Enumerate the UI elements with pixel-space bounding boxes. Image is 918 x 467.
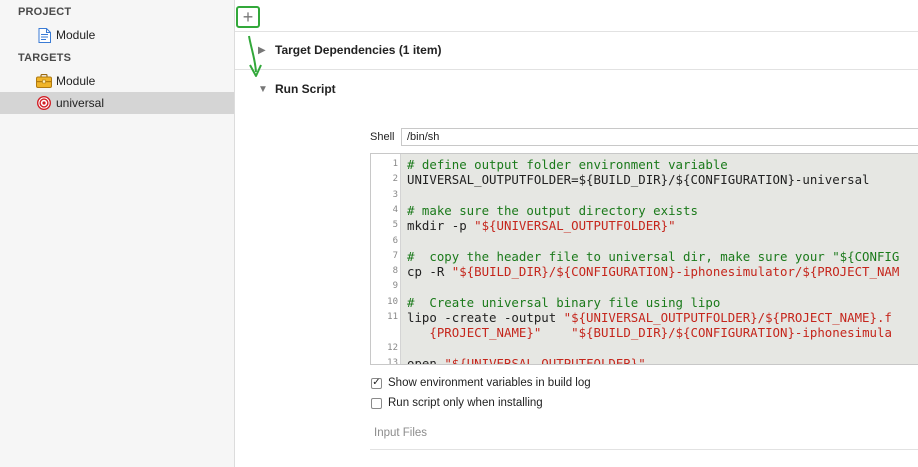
show-env-vars-option[interactable]: ✓ Show environment variables in build lo… <box>371 377 591 389</box>
code-text: cp -R <box>407 264 452 280</box>
sidebar-item-label: Module <box>56 74 96 88</box>
disclosure-triangle-down-icon[interactable]: ▼ <box>258 84 268 95</box>
shell-label: Shell <box>370 131 395 143</box>
run-only-installing-label: Run script only when installing <box>388 397 543 409</box>
sidebar-item-target-universal[interactable]: universal <box>0 92 234 114</box>
aggregate-target-icon <box>36 95 52 111</box>
sidebar-item-target-module[interactable]: Module <box>0 70 234 92</box>
annotation-arrow-icon <box>248 35 262 77</box>
script-code-area[interactable]: # define output folder environment varia… <box>401 154 918 364</box>
line-number: 3 <box>392 189 398 200</box>
line-number: 4 <box>392 204 398 215</box>
line-number: 8 <box>392 266 398 277</box>
line-number: 13 <box>387 357 398 365</box>
line-number: 6 <box>392 235 398 246</box>
code-comment: # make sure the output directory exists <box>407 202 698 218</box>
code-comment: # Create universal binary file using lip… <box>407 294 721 310</box>
sidebar-item-label: Module <box>56 28 96 42</box>
code-text: lipo -create -output <box>407 310 564 325</box>
show-env-vars-label: Show environment variables in build log <box>388 377 591 389</box>
input-files-header: Input Files <box>374 427 428 439</box>
code-comment: # define output folder environment varia… <box>407 157 728 172</box>
targets-section-header: TARGETS <box>18 52 72 64</box>
line-number: 5 <box>392 220 398 231</box>
line-number: 1 <box>392 159 398 169</box>
sidebar-item-label: universal <box>56 96 105 110</box>
line-number: 11 <box>387 312 398 322</box>
code-string: "${BUILD_DIR}/${CONFIGURATION}-iphonesim… <box>571 325 892 341</box>
build-phases-toolbar <box>235 0 918 32</box>
add-build-phase-button[interactable]: + <box>236 6 260 28</box>
line-number-gutter: 1 2 3 4 5 6 7 8 9 10 11 12 13 <box>371 154 401 364</box>
code-string: "${UNIVERSAL_OUTPUTFOLDER}" <box>474 218 676 234</box>
sidebar-item-project-module[interactable]: Module <box>0 24 234 46</box>
line-number: 7 <box>392 250 398 261</box>
project-file-icon <box>36 27 52 43</box>
shell-input[interactable]: /bin/sh <box>401 128 918 146</box>
code-text: UNIVERSAL_OUTPUTFOLDER=${BUILD_DIR}/${CO… <box>407 172 870 188</box>
code-text: open <box>407 355 445 365</box>
line-number: 10 <box>387 296 398 307</box>
project-navigator-sidebar: PROJECT Module TARGETS Module universal <box>0 0 235 467</box>
code-string: "${BUILD_DIR}/${CONFIGURATION}-iphonesim… <box>451 264 900 280</box>
code-string: "${UNIVERSAL_OUTPUTFOLDER}" <box>444 355 646 365</box>
code-string: "${UNIVERSAL_OUTPUTFOLDER}/${PROJECT_NAM… <box>563 310 892 325</box>
phase-title: Target Dependencies (1 item) <box>275 43 442 57</box>
divider <box>370 449 918 450</box>
project-section-header: PROJECT <box>18 6 72 18</box>
line-number: 12 <box>387 342 398 353</box>
line-number: 2 <box>392 174 398 185</box>
show-env-vars-checkbox[interactable]: ✓ <box>371 377 382 389</box>
script-editor[interactable]: 1 2 3 4 5 6 7 8 9 10 11 12 13 # define output folder… <box>370 153 918 365</box>
line-number <box>371 325 398 340</box>
phase-title: Run Script <box>275 82 336 96</box>
code-string: {PROJECT_NAME}" <box>429 325 542 341</box>
framework-toolbox-icon <box>36 73 52 89</box>
phase-run-script[interactable]: ▼ Run Script <box>235 70 918 108</box>
code-text: mkdir -p <box>407 218 475 234</box>
phase-target-dependencies[interactable]: ▶ Target Dependencies (1 item) <box>235 31 918 70</box>
run-only-installing-option[interactable]: Run script only when installing <box>371 397 543 409</box>
line-number: 9 <box>392 281 398 292</box>
run-only-installing-checkbox[interactable] <box>371 397 382 409</box>
code-comment: # copy the header file to universal dir,… <box>407 248 900 264</box>
